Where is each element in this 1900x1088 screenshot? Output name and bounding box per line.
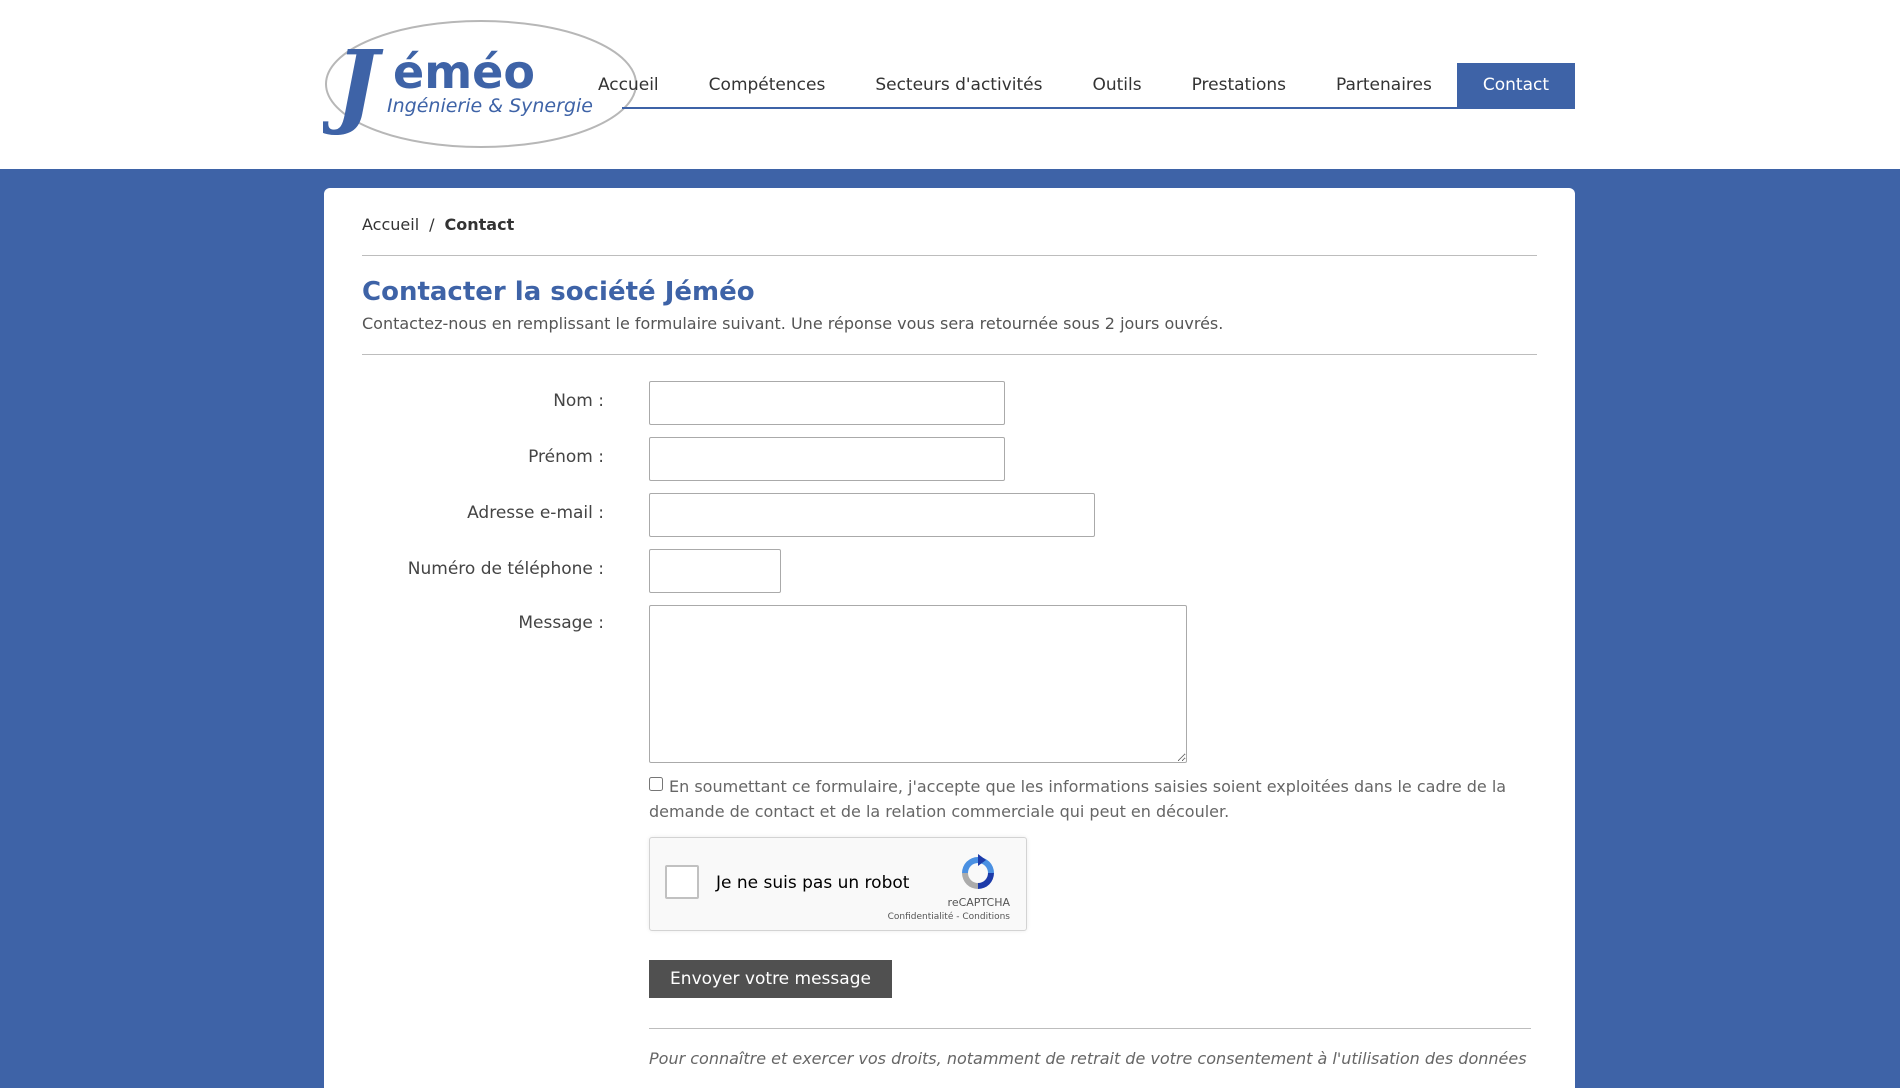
recaptcha-logo-icon [962, 854, 994, 889]
recaptcha-link-separator: - [956, 912, 960, 922]
recaptcha-checkbox[interactable] [665, 865, 699, 899]
nav-item-competences[interactable]: Compétences [684, 63, 851, 107]
phone-label: Numéro de téléphone : [407, 559, 604, 579]
divider [362, 255, 1537, 256]
nav-item-partenaires[interactable]: Partenaires [1311, 63, 1457, 107]
breadcrumb-separator: / [429, 215, 435, 234]
phone-input[interactable] [649, 549, 781, 593]
page-intro: Contactez-nous en remplissant le formula… [362, 314, 1224, 333]
page-title: Contacter la société Jéméo [362, 277, 755, 307]
recaptcha-widget: Je ne suis pas un robot reCAPTCHA Confid… [649, 837, 1027, 931]
divider [362, 354, 1537, 355]
nav-item-accueil[interactable]: Accueil [573, 63, 684, 107]
main-nav: Accueil Compétences Secteurs d'activités… [598, 63, 1575, 109]
recaptcha-brand: reCAPTCHA [947, 896, 1010, 909]
prenom-label: Prénom : [528, 447, 604, 467]
nom-input[interactable] [649, 381, 1005, 425]
email-input[interactable] [649, 493, 1095, 537]
nav-item-outils[interactable]: Outils [1067, 63, 1166, 107]
breadcrumb-home-link[interactable]: Accueil [362, 215, 419, 234]
prenom-input[interactable] [649, 437, 1005, 481]
breadcrumb-current: Contact [444, 215, 515, 234]
recaptcha-links: Confidentialité - Conditions [888, 912, 1010, 922]
recaptcha-label: Je ne suis pas un robot [716, 873, 910, 893]
submit-button[interactable]: Envoyer votre message [649, 960, 892, 998]
logo-name-rest: éméo [393, 45, 535, 99]
breadcrumb: Accueil / Contact [362, 215, 514, 234]
nav-item-contact[interactable]: Contact [1456, 63, 1575, 107]
message-textarea[interactable] [649, 605, 1187, 763]
logo-tagline: Ingénierie & Synergie [387, 95, 593, 117]
recaptcha-privacy-link[interactable]: Confidentialité [888, 912, 954, 922]
email-label: Adresse e-mail : [467, 503, 604, 523]
nom-label: Nom : [553, 391, 604, 411]
nav-item-secteurs[interactable]: Secteurs d'activités [850, 63, 1067, 107]
content-card: Accueil / Contact Contacter la société Jém… [324, 188, 1575, 1088]
privacy-notice: Pour connaître et exercer vos droits, no… [649, 1049, 1527, 1068]
nav-item-prestations[interactable]: Prestations [1167, 63, 1311, 107]
consent-text: En soumettant ce formulaire, j'accepte q… [649, 777, 1507, 821]
recaptcha-terms-link[interactable]: Conditions [962, 912, 1010, 922]
divider [649, 1028, 1531, 1029]
site-header: J éméo Ingénierie & Synergie Accueil Com… [0, 0, 1900, 169]
message-label: Message : [518, 613, 604, 633]
